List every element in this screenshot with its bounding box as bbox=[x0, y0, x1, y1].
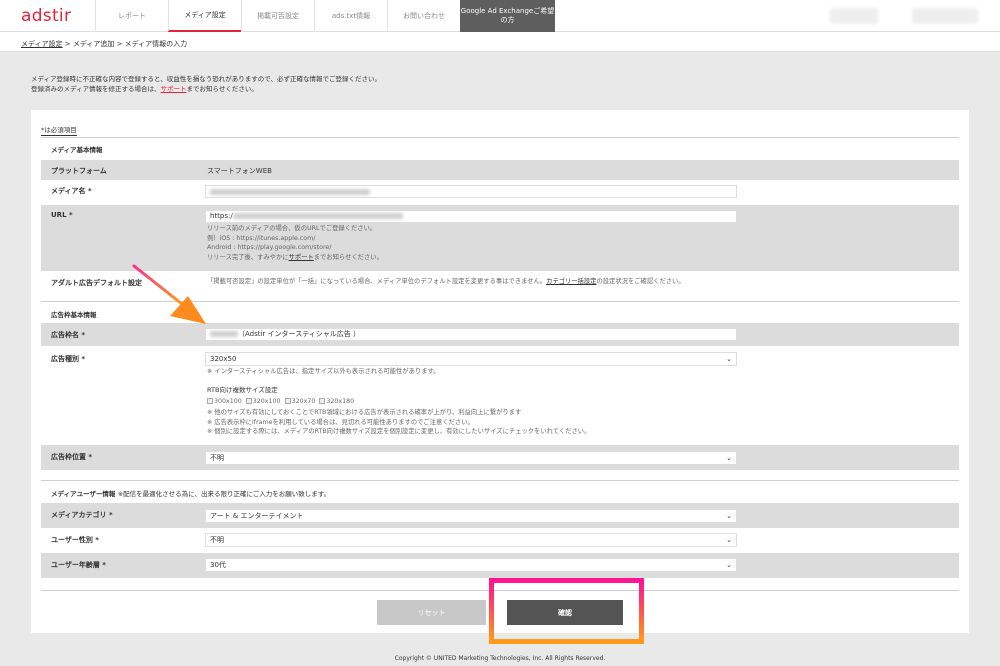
notice-line-1: メディア登録時に不正確な内容で登録すると、収益性を損なう恐れがありますので、必ず… bbox=[31, 75, 382, 83]
section-title-ad-basic: 広告枠基本情報 bbox=[51, 311, 97, 319]
rtb-size-320x180[interactable]: 320x180 bbox=[319, 398, 354, 405]
rtb-size-320x100[interactable]: 320x100 bbox=[245, 398, 281, 405]
chevron-down-icon: ⌄ bbox=[726, 454, 732, 462]
notice-line-2-pre: 登録済みのメディア情報を修正する場合は、 bbox=[31, 85, 161, 93]
divider bbox=[41, 480, 959, 481]
rtb-size-300x100[interactable]: 300x100 bbox=[207, 398, 242, 405]
section-title-media-user: メディアユーザー情報 ※配信を最適化させる為に、出来る限り正確にご入力をお願い致… bbox=[51, 488, 330, 498]
ad-type-select[interactable]: 320x50 ⌄ bbox=[205, 352, 737, 366]
top-navigation-bar: adstir レポート メディア設定 掲載可否設定 ads.txt情報 お問い合… bbox=[0, 0, 1000, 32]
url-help-2: 例）iOS : https://itunes.apple.com/ bbox=[207, 234, 316, 242]
user-gender-select[interactable]: 不明 ⌄ bbox=[205, 533, 737, 547]
rtb-note-2: ※ 広告表示枠にiframeを利用している場合は、見切れる可能性ありますのでご注… bbox=[207, 418, 474, 426]
copyright: Copyright © UNITED Marketing Technologie… bbox=[394, 655, 606, 662]
highlight-box bbox=[489, 578, 644, 644]
adult-text-pre: 「掲載可否設定」の設定単位が「一括」になっている場合、メディア単位のデフォルト設… bbox=[207, 278, 547, 285]
rtb-size-320x70[interactable]: 320x70 bbox=[284, 398, 316, 405]
breadcrumb: メディア設定 > メディア追加 > メディア情報の入力 bbox=[21, 39, 187, 49]
chevron-down-icon: ⌄ bbox=[726, 355, 732, 363]
rtb-size-label: 320x180 bbox=[326, 398, 355, 405]
rtb-notes: ※ 他のサイズも有効にしておくことでRTB領域における広告が表示される確率が上が… bbox=[207, 408, 590, 437]
media-category-value: アート & エンターテイメント bbox=[210, 512, 304, 520]
breadcrumb-rest: > メディア追加 > メディア情報の入力 bbox=[62, 40, 188, 48]
nav-tab-report[interactable]: レポート bbox=[95, 0, 168, 32]
ad-position-value: 不明 bbox=[210, 454, 224, 462]
nav-tab-publish-settings[interactable]: 掲載可否設定 bbox=[241, 0, 314, 32]
rtb-size-label: 320x100 bbox=[252, 398, 281, 405]
label-user-gender: ユーザー性別 * bbox=[51, 536, 99, 544]
ad-name-value: （Adstir インタースティシャル広告 ） bbox=[238, 330, 361, 338]
url-help-3: Android : https://play.google.com/store/ bbox=[207, 244, 332, 251]
ad-type-note: ※ インタースティシャル広告は、指定サイズ以外も表示される可能性があります。 bbox=[207, 368, 440, 375]
arrow-icon bbox=[132, 264, 206, 324]
main-nav: レポート メディア設定 掲載可否設定 ads.txt情報 お問い合わせ Goog… bbox=[95, 0, 555, 32]
media-user-title: メディアユーザー情報 bbox=[51, 490, 116, 498]
url-blurred-value bbox=[232, 213, 403, 219]
label-url: URL * bbox=[51, 211, 73, 219]
rtb-size-options: 300x100 320x100 320x70 320x180 bbox=[207, 397, 354, 407]
label-ad-name: 広告枠名 * bbox=[51, 331, 86, 339]
url-help-1: リリース前のメディアの場合、仮のURLでご登録ください。 bbox=[207, 225, 377, 232]
media-name-input[interactable] bbox=[205, 185, 737, 198]
checkbox-icon[interactable] bbox=[284, 398, 291, 404]
adult-text: 「掲載可否設定」の設定単位が「一括」になっている場合、メディア単位のデフォルト設… bbox=[207, 277, 685, 287]
label-platform: プラットフォーム bbox=[51, 167, 107, 175]
label-user-age: ユーザー年齢層 * bbox=[51, 561, 106, 569]
user-gender-value: 不明 bbox=[210, 536, 224, 544]
section-title-media-basic: メディア基本情報 bbox=[51, 146, 103, 154]
media-user-note: ※配信を最適化させる為に、出来る限り正確にご入力をお願い致します。 bbox=[117, 490, 331, 498]
adult-text-post: の設定状況をご確認ください。 bbox=[596, 278, 685, 285]
chevron-down-icon: ⌄ bbox=[726, 561, 732, 569]
adstir-logo[interactable]: adstir bbox=[21, 6, 71, 26]
checkbox-icon[interactable] bbox=[319, 398, 326, 404]
ad-name-input[interactable]: （Adstir インタースティシャル広告 ） bbox=[205, 328, 737, 341]
url-help-support-link[interactable]: サポート bbox=[289, 254, 314, 261]
rtb-note-3: ※ 個別に設定する際には、メディアのRTB向け複数サイズ設定を個別設定に変更し、… bbox=[207, 428, 591, 435]
url-help-4-post: までお知らせください。 bbox=[313, 253, 383, 261]
ad-name-blurred bbox=[210, 331, 238, 337]
nav-tab-contact[interactable]: お問い合わせ bbox=[387, 0, 460, 32]
platform-value: スマートフォンWEB bbox=[207, 167, 272, 175]
checkbox-icon[interactable] bbox=[245, 398, 252, 404]
notice-text: メディア登録時に不正確な内容で登録すると、収益性を損なう恐れがありますので、必ず… bbox=[31, 74, 381, 94]
label-adult: アダルト広告デフォルト設定 bbox=[51, 279, 142, 287]
category-bulk-setting-link[interactable]: カテゴリー括設定 bbox=[546, 278, 596, 285]
url-input[interactable]: https:/ bbox=[205, 210, 737, 223]
checkbox-icon[interactable] bbox=[207, 398, 213, 404]
required-note: *は必須項目 bbox=[41, 126, 77, 136]
rtb-title: RTB向け複数サイズ設定 bbox=[207, 386, 278, 394]
url-help-4: リリース完了後、すみやかにサポートまでお知らせください。 bbox=[207, 253, 383, 263]
label-media-category: メディアカテゴリ * bbox=[51, 511, 113, 519]
chevron-down-icon: ⌄ bbox=[726, 512, 732, 520]
nav-tab-ads-txt[interactable]: ads.txt情報 bbox=[314, 0, 387, 32]
chevron-down-icon: ⌄ bbox=[726, 536, 732, 544]
logout-blurred[interactable] bbox=[912, 8, 978, 24]
divider bbox=[41, 137, 959, 138]
nav-tab-media-settings[interactable]: メディア設定 bbox=[168, 0, 241, 32]
url-help-4-pre: リリース完了後、すみやかに bbox=[207, 253, 289, 261]
breadcrumb-link-media-settings[interactable]: メディア設定 bbox=[21, 40, 63, 48]
row-platform: プラットフォーム bbox=[41, 160, 959, 180]
nav-tab-google-adx[interactable]: Google Ad Exchangeご希望の方 bbox=[460, 0, 555, 32]
reset-button[interactable]: リセット bbox=[377, 600, 486, 625]
user-age-select[interactable]: 30代 ⌄ bbox=[205, 558, 737, 572]
account-menu-blurred[interactable] bbox=[830, 8, 878, 24]
ad-position-select[interactable]: 不明 ⌄ bbox=[205, 451, 737, 465]
support-link[interactable]: サポート bbox=[161, 85, 187, 93]
label-ad-position: 広告枠位置 * bbox=[51, 453, 93, 461]
ad-type-value: 320x50 bbox=[210, 355, 237, 363]
rtb-size-label: 300x100 bbox=[214, 398, 242, 405]
media-category-select[interactable]: アート & エンターテイメント ⌄ bbox=[205, 509, 737, 523]
url-help: リリース前のメディアの場合、仮のURLでご登録ください。 例）iOS : htt… bbox=[207, 224, 383, 262]
media-name-blurred-value bbox=[210, 189, 370, 195]
notice-line-2-post: までお知らせください。 bbox=[186, 85, 258, 93]
rtb-size-label: 320x70 bbox=[291, 398, 316, 405]
label-ad-type: 広告種別 * bbox=[51, 355, 86, 363]
breadcrumb-bar: メディア設定 > メディア追加 > メディア情報の入力 bbox=[0, 32, 1000, 52]
notice-line-2: 登録済みのメディア情報を修正する場合は、サポートまでお知らせください。 bbox=[31, 84, 381, 94]
user-age-value: 30代 bbox=[210, 561, 226, 569]
label-media-name: メディア名 * bbox=[51, 187, 92, 195]
url-input-value: https:/ bbox=[210, 212, 233, 220]
rtb-note-1: ※ 他のサイズも有効にしておくことでRTB領域における広告が表示される確率が上が… bbox=[207, 409, 522, 416]
